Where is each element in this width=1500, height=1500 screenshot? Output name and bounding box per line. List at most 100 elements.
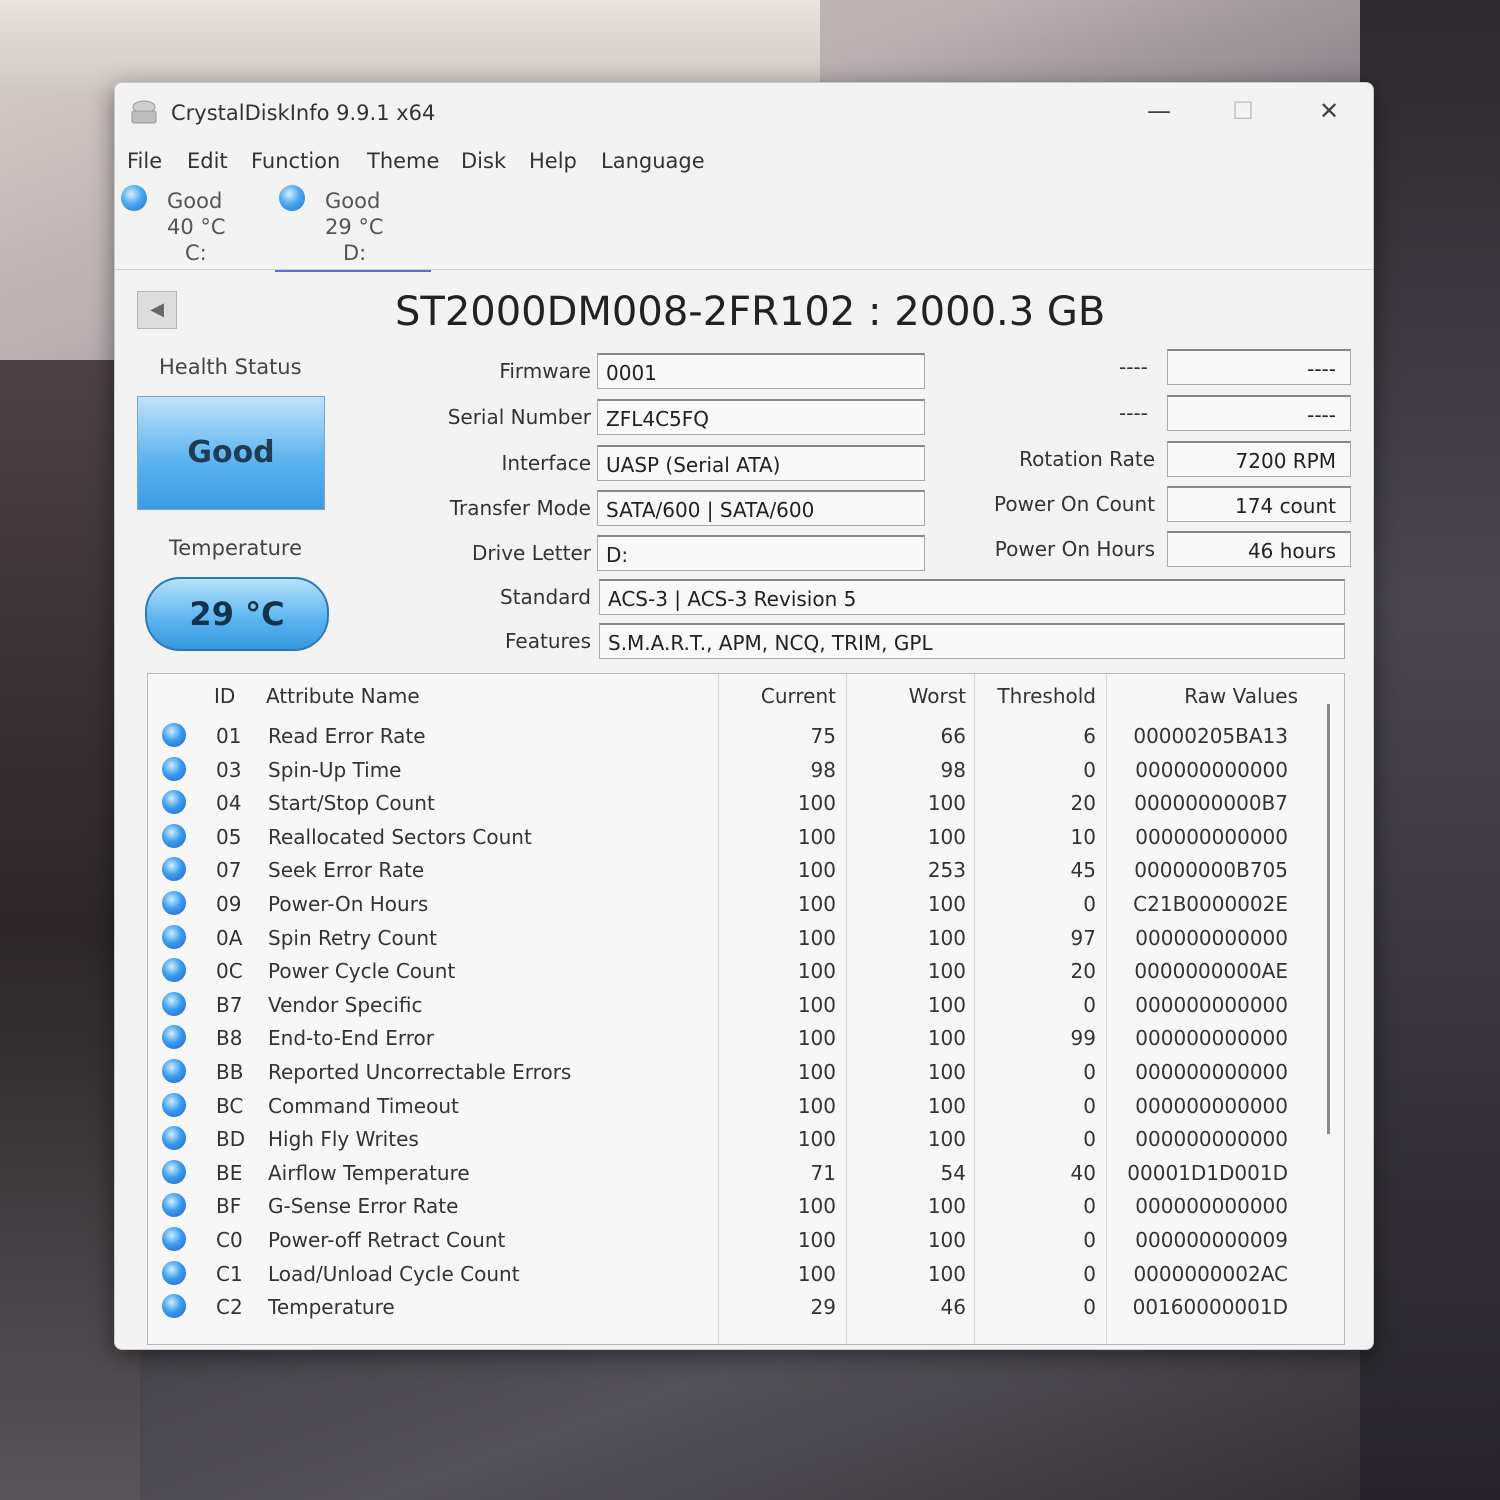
table-row[interactable]: 04 Start/Stop Count 100 100 20 0000000000B7 <box>148 785 1324 818</box>
drive-letter: C: <box>185 241 207 265</box>
table-row[interactable]: 05 Reallocated Sectors Count 100 100 10 00000… <box>148 819 1324 852</box>
menu-file[interactable]: File <box>127 149 162 173</box>
cell-threshold: 10 <box>1070 824 1096 849</box>
cell-name: Read Error Rate <box>268 724 426 748</box>
table-row[interactable]: 0C Power Cycle Count 100 100 20 0000000000AE <box>148 953 1324 986</box>
blank-label-1: ---- <box>1119 355 1148 379</box>
cell-id: C2 <box>216 1295 243 1320</box>
power-count-label: Power On Count <box>994 492 1155 516</box>
cell-worst: 100 <box>927 1127 966 1152</box>
table-header: ID Attribute Name Current Worst Threshol… <box>148 674 1344 714</box>
status-dot-icon <box>162 1059 186 1083</box>
menu-help[interactable]: Help <box>529 149 577 173</box>
cell-name: Start/Stop Count <box>268 791 435 816</box>
cell-id: C0 <box>216 1228 243 1252</box>
scrollbar[interactable] <box>1327 704 1330 1134</box>
menu-language[interactable]: Language <box>601 149 705 173</box>
status-dot-icon <box>162 1227 186 1251</box>
table-row[interactable]: B8 End-to-End Error 100 100 99 000000000000 <box>148 1020 1324 1053</box>
close-button[interactable]: ✕ <box>1301 91 1357 131</box>
cell-raw: 000000000000 <box>1135 992 1288 1017</box>
table-row[interactable]: 01 Read Error Rate 75 66 6 00000205BA13 <box>148 718 1324 751</box>
cell-name: Power Cycle Count <box>268 959 456 984</box>
cell-id: 07 <box>216 858 242 883</box>
health-status-button[interactable]: Good <box>137 396 325 510</box>
power-hours-label: Power On Hours <box>994 537 1155 561</box>
interface-label: Interface <box>501 451 591 475</box>
cell-current: 100 <box>797 959 836 984</box>
app-icon <box>131 100 157 124</box>
temperature-button[interactable]: 29 °C <box>145 577 329 651</box>
cell-threshold: 0 <box>1083 1093 1096 1118</box>
standard-label: Standard <box>500 585 591 609</box>
cell-id: 0A <box>216 925 243 950</box>
cell-threshold: 0 <box>1083 992 1096 1017</box>
table-row[interactable]: BD High Fly Writes 100 100 0 000000000000 <box>148 1121 1324 1154</box>
header-id[interactable]: ID <box>214 684 235 708</box>
cell-current: 100 <box>797 1026 836 1051</box>
cell-worst: 100 <box>927 1194 966 1219</box>
drive-tab-c[interactable]: Good 40 °C C: <box>117 183 273 269</box>
cell-current: 100 <box>797 892 836 916</box>
maximize-button[interactable]: ☐ <box>1215 91 1271 131</box>
table-row[interactable]: BE Airflow Temperature 71 54 40 00001D1D001D <box>148 1155 1324 1188</box>
menu-function[interactable]: Function <box>251 149 340 173</box>
cell-name: Temperature <box>268 1295 395 1320</box>
table-row[interactable]: 09 Power-On Hours 100 100 0 C21B0000002E <box>148 886 1324 919</box>
table-row[interactable]: 07 Seek Error Rate 100 253 45 00000000B705 <box>148 852 1324 885</box>
previous-disk-button[interactable]: ◀ <box>137 291 177 329</box>
cell-raw: 000000000000 <box>1135 925 1288 950</box>
cell-current: 100 <box>797 1127 836 1152</box>
minimize-button[interactable]: — <box>1131 91 1187 131</box>
cell-worst: 100 <box>927 824 966 849</box>
table-row[interactable]: C0 Power-off Retract Count 100 100 0 00000000… <box>148 1222 1324 1255</box>
cell-id: BE <box>216 1160 243 1185</box>
cell-threshold: 0 <box>1083 1060 1096 1084</box>
cell-name: Spin Retry Count <box>268 925 437 950</box>
cell-raw: 000000000000 <box>1135 1060 1288 1084</box>
header-threshold[interactable]: Threshold <box>974 684 1096 708</box>
header-raw-values[interactable]: Raw Values <box>1106 684 1298 708</box>
header-current[interactable]: Current <box>718 684 836 708</box>
cell-id: 0C <box>216 959 243 984</box>
temperature-label: Temperature <box>169 536 303 560</box>
cell-name: G-Sense Error Rate <box>268 1194 459 1219</box>
header-worst[interactable]: Worst <box>846 684 966 708</box>
table-row[interactable]: BC Command Timeout 100 100 0 000000000000 <box>148 1088 1324 1121</box>
cell-worst: 100 <box>927 791 966 816</box>
drive-temp: 40 °C <box>167 215 226 239</box>
cell-current: 100 <box>797 824 836 849</box>
cell-threshold: 0 <box>1083 1261 1096 1286</box>
drive-letter-field: D: <box>597 535 925 571</box>
header-attribute-name[interactable]: Attribute Name <box>266 684 420 708</box>
cell-current: 71 <box>810 1160 836 1185</box>
drive-tab-d[interactable]: Good 29 °C D: <box>275 183 431 272</box>
table-row[interactable]: B7 Vendor Specific 100 100 0 000000000000 <box>148 987 1324 1020</box>
cell-worst: 98 <box>940 757 966 782</box>
cell-raw: C21B0000002E <box>1133 892 1288 916</box>
transfer-field: SATA/600 | SATA/600 <box>597 490 925 526</box>
rotation-label: Rotation Rate <box>1019 447 1155 471</box>
cell-current: 29 <box>810 1295 836 1320</box>
menu-theme[interactable]: Theme <box>367 149 439 173</box>
cell-id: 01 <box>216 724 242 748</box>
status-dot-icon <box>162 991 186 1016</box>
menu-disk[interactable]: Disk <box>461 149 506 173</box>
status-dot-icon <box>162 857 186 882</box>
power-count-field: 174 count <box>1167 486 1351 522</box>
status-dot-icon <box>162 1159 186 1184</box>
divider <box>115 269 1373 270</box>
menu-edit[interactable]: Edit <box>187 149 228 173</box>
drive-status: Good <box>325 189 381 213</box>
table-row[interactable]: C1 Load/Unload Cycle Count 100 100 0 00000000… <box>148 1256 1324 1289</box>
table-row[interactable]: 03 Spin-Up Time 98 98 0 000000000000 <box>148 752 1324 785</box>
table-row[interactable]: 0A Spin Retry Count 100 100 97 000000000000 <box>148 920 1324 953</box>
cell-raw: 000000000000 <box>1135 1127 1288 1152</box>
table-row[interactable]: BF G-Sense Error Rate 100 100 0 000000000000 <box>148 1188 1324 1221</box>
smart-table[interactable]: ID Attribute Name Current Worst Threshol… <box>147 673 1345 1345</box>
table-row[interactable]: BB Reported Uncorrectable Errors 100 100 0 00… <box>148 1054 1324 1087</box>
table-row[interactable]: C2 Temperature 29 46 0 00160000001D <box>148 1289 1324 1322</box>
blank-field-2: ---- <box>1167 395 1351 431</box>
cell-raw: 00001D1D001D <box>1127 1160 1288 1185</box>
cell-id: 04 <box>216 791 242 816</box>
